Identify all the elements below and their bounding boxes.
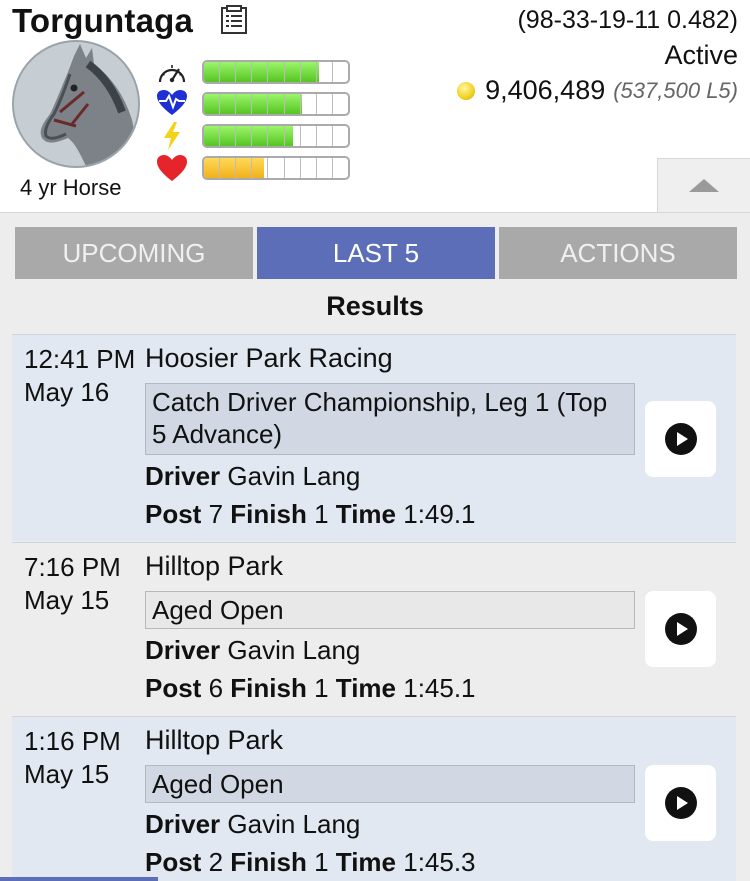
race-driver: Driver Gavin Lang bbox=[145, 461, 360, 492]
tab-upcoming[interactable]: UPCOMING bbox=[15, 227, 253, 279]
horse-age: 4 yr Horse bbox=[20, 175, 122, 200]
stat-bar-stamina bbox=[202, 92, 350, 116]
race-event[interactable]: Aged Open bbox=[145, 591, 635, 629]
chevron-up-icon bbox=[689, 179, 719, 192]
time-value: 1:45.1 bbox=[403, 673, 476, 703]
finish-label: Finish bbox=[230, 673, 307, 703]
driver-label: Driver bbox=[145, 809, 221, 839]
race-event[interactable]: Aged Open bbox=[145, 765, 635, 803]
play-icon bbox=[664, 423, 697, 455]
coin-icon bbox=[457, 81, 476, 100]
replay-button[interactable] bbox=[645, 765, 716, 841]
earnings-total: 9,406,489 bbox=[485, 75, 606, 105]
earnings: 9,406,489 (537,500 L5) bbox=[457, 75, 738, 106]
tab-last-5[interactable]: LAST 5 bbox=[257, 227, 495, 279]
post-label: Post bbox=[145, 847, 202, 877]
race-row: 1:16 PM May 15 Hilltop Park Aged Open Dr… bbox=[12, 716, 736, 881]
stat-bar-health bbox=[202, 156, 350, 180]
race-record: (98-33-19-11 0.482) bbox=[517, 6, 738, 34]
race-track[interactable]: Hoosier Park Racing bbox=[145, 343, 393, 374]
horse-header: Torguntaga (98-33-19-11 0.482) Active 9,… bbox=[0, 0, 750, 212]
finish-label: Finish bbox=[230, 847, 307, 877]
scroll-indicator bbox=[0, 877, 158, 881]
stat-bar-speed bbox=[202, 60, 350, 84]
race-time: 7:16 PM May 15 bbox=[24, 552, 121, 615]
finish-label: Finish bbox=[230, 499, 307, 529]
race-time: 1:16 PM May 15 bbox=[24, 726, 121, 789]
earnings-last-5: (537,500 L5) bbox=[613, 77, 738, 103]
post-label: Post bbox=[145, 499, 202, 529]
race-result: Post 7 Finish 1 Time 1:49.1 bbox=[145, 499, 476, 530]
time-value: 1:49.1 bbox=[403, 499, 476, 529]
post-value: 7 bbox=[208, 499, 224, 529]
collapse-button[interactable] bbox=[657, 158, 750, 212]
replay-button[interactable] bbox=[645, 401, 716, 477]
tab-actions[interactable]: ACTIONS bbox=[499, 227, 737, 279]
finish-value: 1 bbox=[314, 673, 329, 703]
race-driver: Driver Gavin Lang bbox=[145, 809, 360, 840]
replay-button[interactable] bbox=[645, 591, 716, 667]
horse-avatar[interactable] bbox=[12, 40, 140, 168]
finish-value: 1 bbox=[314, 499, 329, 529]
race-time: 12:41 PM May 16 bbox=[24, 344, 136, 407]
heart-icon bbox=[155, 153, 189, 183]
driver-label: Driver bbox=[145, 461, 221, 491]
play-icon bbox=[664, 787, 697, 819]
tab-bar: UPCOMING LAST 5 ACTIONS bbox=[15, 227, 737, 279]
race-event[interactable]: Catch Driver Championship, Leg 1 (Top 5 … bbox=[145, 383, 635, 455]
horse-name: Torguntaga bbox=[12, 2, 194, 39]
time-label: Time bbox=[335, 499, 396, 529]
race-driver: Driver Gavin Lang bbox=[145, 635, 360, 666]
heartbeat-icon bbox=[155, 88, 189, 118]
notes-icon[interactable] bbox=[220, 5, 248, 35]
driver-name[interactable]: Gavin Lang bbox=[227, 635, 360, 665]
post-value: 2 bbox=[208, 847, 224, 877]
race-row: 7:16 PM May 15 Hilltop Park Aged Open Dr… bbox=[12, 542, 736, 715]
time-value: 1:45.3 bbox=[403, 847, 476, 877]
section-title: Results bbox=[326, 291, 424, 321]
race-track[interactable]: Hilltop Park bbox=[145, 551, 283, 582]
lightning-icon bbox=[155, 121, 189, 151]
driver-name[interactable]: Gavin Lang bbox=[227, 461, 360, 491]
horse-head-icon bbox=[40, 44, 138, 166]
time-label: Time bbox=[335, 673, 396, 703]
race-track[interactable]: Hilltop Park bbox=[145, 725, 283, 756]
race-row: 12:41 PM May 16 Hoosier Park Racing Catc… bbox=[12, 334, 736, 541]
race-result: Post 2 Finish 1 Time 1:45.3 bbox=[145, 847, 476, 878]
driver-label: Driver bbox=[145, 635, 221, 665]
stat-bar-energy bbox=[202, 124, 350, 148]
race-panel: UPCOMING LAST 5 ACTIONS Results 12:41 PM… bbox=[0, 212, 750, 881]
speedometer-icon bbox=[155, 58, 189, 88]
play-icon bbox=[664, 613, 697, 645]
post-value: 6 bbox=[208, 673, 224, 703]
time-label: Time bbox=[335, 847, 396, 877]
finish-value: 1 bbox=[314, 847, 329, 877]
post-label: Post bbox=[145, 673, 202, 703]
horse-status: Active bbox=[664, 40, 738, 70]
driver-name[interactable]: Gavin Lang bbox=[227, 809, 360, 839]
race-result: Post 6 Finish 1 Time 1:45.1 bbox=[145, 673, 476, 704]
